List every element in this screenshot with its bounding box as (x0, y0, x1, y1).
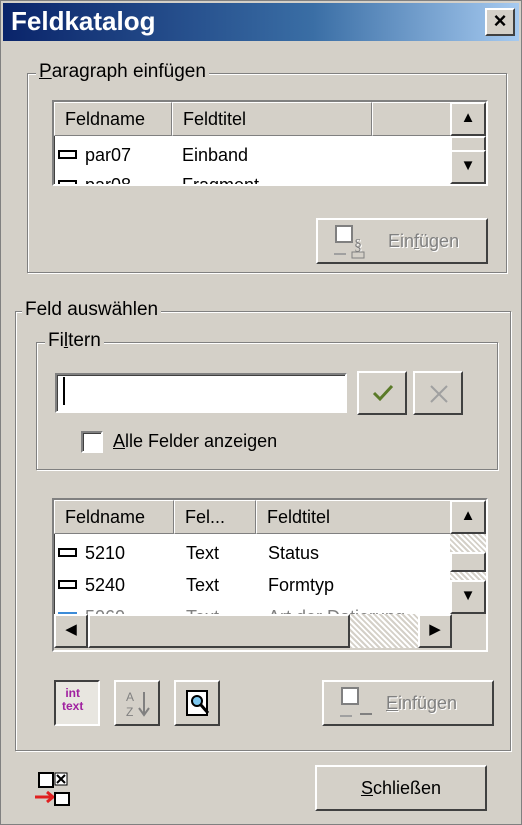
find-field-button[interactable] (174, 680, 220, 726)
x-clear-icon (430, 385, 448, 403)
hscroll-thumb[interactable] (88, 614, 350, 648)
column-header-feldname[interactable]: Feldname (54, 500, 174, 534)
scroll-right-button[interactable]: ▶ (418, 614, 452, 648)
paragraph-group-legend: Paragraph einfügen (36, 61, 209, 83)
paragraph-list[interactable]: Feldname Feldtitel par07 Einband par08 F… (52, 100, 488, 186)
close-button-label: Schließen (360, 778, 442, 798)
paragraph-insert-group: Paragraph einfügen Feldname Feldtitel pa… (27, 61, 507, 273)
close-window-button[interactable]: × (485, 8, 515, 36)
filter-group: Filtern Alle Felder anzeigen (36, 330, 498, 470)
scroll-down-button[interactable]: ▼ (450, 580, 486, 614)
close-button[interactable]: Schließen (315, 765, 487, 811)
field-group-legend: Feld auswählen (22, 299, 162, 321)
window-title: Feldkatalog (11, 6, 156, 36)
close-icon: × (493, 8, 507, 33)
paragraph-list-scrollbar[interactable]: ▲ ▼ (450, 102, 486, 184)
filter-group-legend: Filtern (45, 330, 104, 352)
paragraph-insert-icon: § (334, 225, 365, 259)
scroll-up-button[interactable]: ▲ (450, 500, 486, 534)
int-text-toggle-button[interactable]: int text (54, 680, 100, 726)
svg-text:§: § (354, 237, 362, 254)
find-field-icon (186, 690, 210, 716)
scroll-down-button[interactable]: ▼ (450, 150, 486, 184)
column-header-feldtyp[interactable]: Fel... (174, 500, 256, 534)
show-all-fields-label[interactable]: Alle Felder anzeigen (113, 431, 277, 452)
field-insert-label: Einfügen (386, 693, 458, 713)
scroll-left-button[interactable]: ◀ (54, 614, 88, 648)
field-list-vscrollbar[interactable]: ▲ ▼ (450, 500, 486, 614)
field-select-group: Feld auswählen Filtern Alle Felder anzei… (15, 299, 511, 751)
svg-text:A: A (126, 690, 134, 704)
show-all-fields-checkbox[interactable] (81, 431, 103, 453)
checkmark-icon (372, 384, 394, 402)
scroll-thumb[interactable] (450, 552, 486, 572)
clear-filter-button[interactable] (413, 371, 463, 415)
list-item[interactable]: par08 Fragment (54, 168, 382, 184)
column-header-feldtitel[interactable]: Feldtitel (172, 102, 372, 136)
field-icon (58, 180, 77, 184)
filter-input[interactable] (55, 373, 347, 413)
field-swap-icon[interactable] (31, 771, 73, 811)
title-bar[interactable]: Feldkatalog × (3, 3, 519, 41)
field-icon (58, 548, 77, 557)
scroll-up-button[interactable]: ▲ (450, 102, 486, 136)
feldkatalog-window: Feldkatalog × Paragraph einfügen Feldnam… (0, 0, 522, 825)
paragraph-insert-button[interactable]: § Einfügen (316, 218, 488, 264)
sort-button[interactable]: A Z (114, 680, 160, 726)
field-list[interactable]: Feldname Fel... Feldtitel 5210 Text Stat… (52, 498, 488, 652)
table-row[interactable]: 5240 Text Formtyp (54, 568, 448, 602)
field-insert-icon (340, 687, 372, 717)
field-icon (58, 580, 77, 589)
apply-filter-button[interactable] (357, 371, 407, 415)
field-list-hscrollbar[interactable]: ◀ ▶ (54, 614, 452, 650)
list-item[interactable]: par07 Einband (54, 138, 382, 172)
sort-az-icon: A Z (126, 690, 150, 719)
column-header-feldtitel[interactable]: Feldtitel (256, 500, 456, 534)
field-insert-button[interactable]: Einfügen (322, 680, 494, 726)
field-icon (58, 150, 77, 159)
insert-button-label: Einfügen (388, 231, 460, 251)
int-text-icon: int text (62, 686, 84, 713)
column-header-feldname[interactable]: Feldname (54, 102, 172, 136)
column-header-empty[interactable] (372, 102, 452, 136)
text-caret (63, 377, 65, 405)
table-row[interactable]: 5210 Text Status (54, 536, 448, 570)
svg-text:Z: Z (126, 705, 133, 719)
